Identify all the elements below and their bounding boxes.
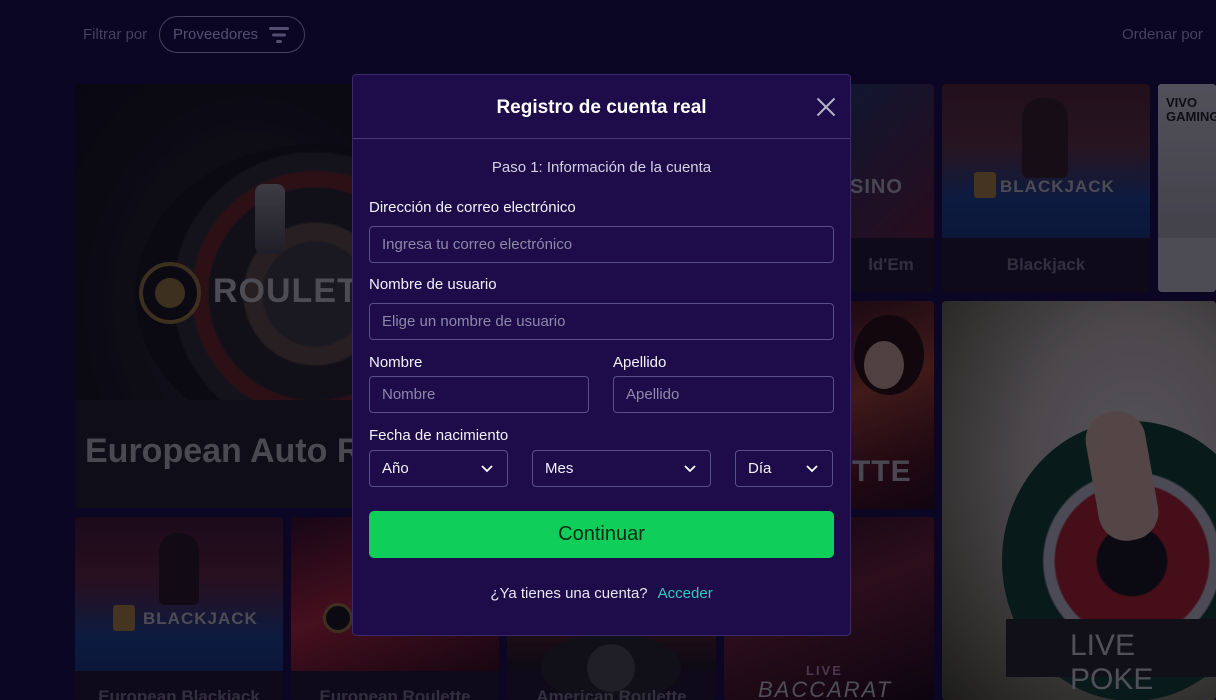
game-name: ld'Em (868, 255, 914, 274)
game-tile-vivo-gaming[interactable]: VIVO GAMING (1158, 84, 1216, 292)
registration-modal: Registro de cuenta real Paso 1: Informac… (352, 74, 851, 636)
username-label: Nombre de usuario (369, 276, 497, 293)
firstname-placeholder: Nombre (382, 386, 436, 403)
game-tile-european-auto-roulette[interactable]: ROULETT European Auto R (75, 84, 365, 508)
game-tile-live-poker[interactable]: LIVE POKE (942, 301, 1216, 700)
email-placeholder: Ingresa tu correo electrónico (382, 236, 573, 253)
birth-month-value: Mes (545, 460, 574, 477)
featured-game-title: European Auto R (85, 432, 362, 470)
providers-filter-button[interactable]: Proveedores (159, 16, 305, 53)
birth-day-value: Día (748, 460, 772, 477)
blackjack-logo-text: BLACKJACK (1000, 177, 1115, 196)
modal-header: Registro de cuenta real (353, 75, 850, 139)
birth-year-value: Año (382, 460, 409, 477)
game-name: European Blackjack (98, 687, 260, 700)
game-tile-holdem[interactable]: SINO ld'Em (848, 84, 934, 292)
chevron-down-icon (684, 465, 696, 473)
firstname-label: Nombre (369, 354, 423, 371)
lastname-field[interactable]: Apellido (613, 376, 834, 413)
game-name: American Roulette (536, 687, 687, 700)
birth-month-select[interactable]: Mes (532, 450, 711, 487)
birth-year-select[interactable]: Año (369, 450, 508, 487)
firstname-field[interactable]: Nombre (369, 376, 589, 413)
step-indicator: Paso 1: Información de la cuenta (491, 159, 712, 176)
chevron-down-icon (806, 465, 818, 473)
filter-icon (269, 27, 289, 43)
modal-title: Registro de cuenta real (496, 97, 707, 118)
blackjack-logo-text: BLACKJACK (143, 609, 258, 628)
continue-button[interactable]: Continuar (369, 511, 834, 558)
birthdate-label: Fecha de nacimiento (369, 427, 509, 444)
birth-day-select[interactable]: Día (735, 450, 833, 487)
game-tile-live-roulette[interactable]: TTE (848, 301, 934, 509)
game-tile-blackjack[interactable]: BLACKJACK Blackjack (942, 84, 1150, 292)
have-account-text: ¿Ya tienes una cuenta? (490, 585, 648, 602)
email-field[interactable]: Ingresa tu correo electrónico (369, 226, 834, 263)
game-name: European Roulette (319, 687, 471, 700)
game-name: Blackjack (1006, 255, 1086, 274)
live-baccarat-top-label: LIVE (806, 663, 843, 678)
game-tile-european-blackjack[interactable]: BLACKJACK European Blackjack (75, 517, 283, 700)
sort-label[interactable]: Ordenar por (1122, 26, 1203, 43)
roulette-artwork: ROULETT (75, 84, 365, 444)
roulette-logo-text: TTE (852, 455, 912, 488)
login-prompt: ¿Ya tienes una cuenta? Acceder (353, 585, 850, 602)
lastname-label: Apellido (613, 354, 667, 371)
close-icon[interactable] (816, 97, 836, 117)
chevron-down-icon (481, 465, 493, 473)
roulette-banner-text: ROULETT (213, 272, 365, 310)
email-label: Dirección de correo electrónico (369, 199, 576, 216)
providers-label: Proveedores (173, 26, 259, 43)
lastname-placeholder: Apellido (626, 386, 680, 403)
login-link[interactable]: Acceder (658, 585, 713, 602)
casino-logo-text: SINO (850, 176, 903, 198)
live-poker-label: LIVE POKE (1070, 629, 1154, 696)
vivo-logo-text: VIVO GAMING (1166, 95, 1216, 124)
live-baccarat-label: BACCARAT (758, 677, 893, 700)
filter-label: Filtrar por (83, 26, 148, 43)
username-placeholder: Elige un nombre de usuario (382, 313, 566, 330)
username-field[interactable]: Elige un nombre de usuario (369, 303, 834, 340)
